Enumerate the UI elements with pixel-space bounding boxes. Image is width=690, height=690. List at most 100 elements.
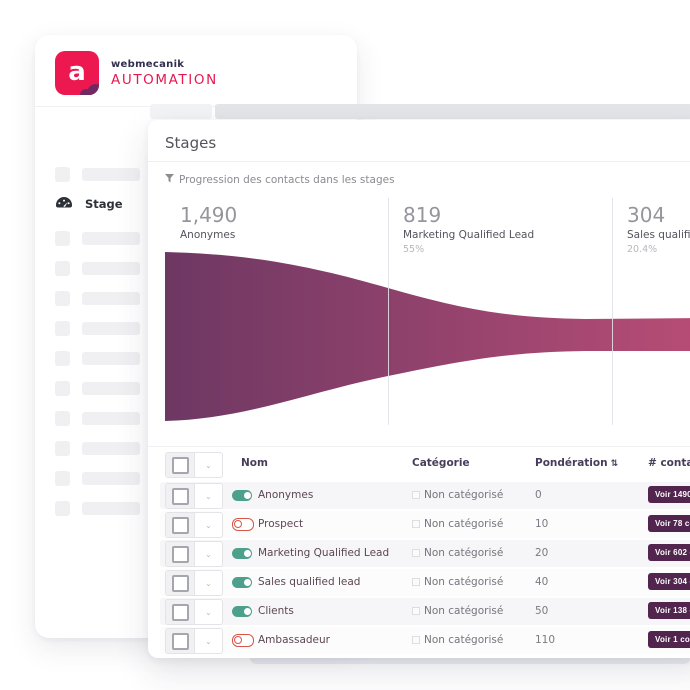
category-cell: Non catégorisé [412, 547, 503, 559]
publish-toggle[interactable] [232, 577, 252, 588]
sidebar-item-label: Stage [85, 197, 123, 211]
chart-section-divider [388, 198, 389, 425]
publish-toggle[interactable] [232, 548, 252, 559]
app-window: a webmecanik AUTOMATION Stage [0, 0, 690, 690]
sidebar-placeholder-item [55, 257, 140, 279]
weight-cell: 20 [535, 547, 548, 559]
sidebar-placeholder-item [55, 227, 140, 249]
funnel-stage-label: 819 Marketing Qualified Lead 55% [403, 204, 534, 255]
row-checkbox[interactable] [172, 633, 189, 650]
funnel-stage-label: 1,490 Anonymes [180, 204, 237, 244]
row-checkbox[interactable] [172, 546, 189, 563]
logo-letter: a [68, 59, 86, 85]
chevron-down-icon[interactable]: ⌄ [195, 629, 222, 653]
view-contacts-button[interactable]: Voir 1490 co [648, 486, 690, 503]
sort-icon[interactable]: ⇅ [611, 459, 619, 469]
view-contacts-button[interactable]: Voir 304 con [648, 573, 690, 590]
column-header-nom[interactable]: Nom [241, 457, 268, 469]
row-control[interactable]: ⌄ [165, 628, 223, 654]
select-all-checkbox-cell[interactable] [166, 453, 195, 477]
view-contacts-button[interactable]: Voir 1 conta [648, 631, 690, 648]
stage-count: 819 [403, 204, 534, 226]
publish-toggle[interactable] [232, 634, 254, 647]
row-control[interactable]: ⌄ [165, 512, 223, 538]
sidebar-placeholder-item [55, 437, 140, 459]
brand-logo-icon: a [55, 51, 99, 95]
stage-name: Anonymes [180, 229, 237, 241]
row-control[interactable]: ⌄ [165, 570, 223, 596]
category-cell: Non catégorisé [412, 576, 503, 588]
view-contacts-button[interactable]: Voir 138 con [648, 602, 690, 619]
brand-product: AUTOMATION [111, 72, 218, 88]
logo-corner-blob-icon [80, 89, 92, 95]
row-checkbox[interactable] [172, 604, 189, 621]
chart-caption: Progression des contacts dans les stages [165, 174, 395, 186]
stage-count: 304 [627, 204, 690, 226]
row-control[interactable]: ⌄ [165, 483, 223, 509]
row-checkbox[interactable] [172, 575, 189, 592]
column-header-categorie[interactable]: Catégorie [412, 457, 470, 469]
chevron-down-icon[interactable]: ⌄ [195, 513, 222, 537]
publish-toggle[interactable] [232, 490, 252, 501]
table-header-row: ⌄ Nom Catégorie Pondération⇅ # contacts [160, 450, 690, 478]
stage-name-link[interactable]: Clients [258, 605, 294, 617]
sidebar-placeholder-item [55, 347, 140, 369]
column-header-ponderation[interactable]: Pondération⇅ [535, 457, 618, 469]
publish-toggle[interactable] [232, 606, 252, 617]
stage-percent: 20.4% [627, 244, 690, 255]
column-header-contacts: # contacts [648, 457, 690, 469]
chevron-down-icon[interactable]: ⌄ [195, 600, 222, 624]
stage-name-link[interactable]: Sales qualified lead [258, 576, 360, 588]
category-cell: Non catégorisé [412, 634, 503, 646]
chevron-down-icon[interactable]: ⌄ [195, 484, 222, 508]
brand-logo[interactable]: a webmecanik AUTOMATION [55, 51, 218, 95]
table-row: ⌄ Clients Non catégorisé 50 Voir 138 con [160, 598, 690, 625]
view-contacts-button[interactable]: Voir 602 con [648, 544, 690, 561]
chart-caption-label: Progression des contacts dans les stages [179, 174, 395, 186]
chevron-down-icon[interactable]: ⌄ [195, 453, 222, 477]
sidebar-placeholder-item [55, 163, 140, 185]
placeholder-icon [55, 167, 70, 182]
brand-name: webmecanik [111, 59, 218, 70]
stage-name-link[interactable]: Ambassadeur [258, 634, 330, 646]
select-all-checkbox[interactable] [172, 457, 189, 474]
sidebar-placeholder-item [55, 317, 140, 339]
stage-name-link[interactable]: Prospect [258, 518, 303, 530]
sidebar-placeholder-item [55, 497, 140, 519]
sidebar-placeholder-item [55, 377, 140, 399]
sidebar-placeholder-item [55, 407, 140, 429]
chevron-down-icon[interactable]: ⌄ [195, 542, 222, 566]
table-row: ⌄ Prospect Non catégorisé 10 Voir 78 con… [160, 511, 690, 538]
funnel-filter-icon [165, 174, 174, 186]
stage-name-link[interactable]: Marketing Qualified Lead [258, 547, 389, 559]
row-checkbox[interactable] [172, 488, 189, 505]
row-checkbox[interactable] [172, 517, 189, 534]
table-row: ⌄ Ambassadeur Non catégorisé 110 Voir 1 … [160, 627, 690, 654]
category-cell: Non catégorisé [412, 489, 503, 501]
stage-name-link[interactable]: Anonymes [258, 489, 313, 501]
category-color-chip [412, 520, 420, 528]
category-color-chip [412, 578, 420, 586]
weight-cell: 110 [535, 634, 555, 646]
weight-cell: 40 [535, 576, 548, 588]
select-all-control[interactable]: ⌄ [165, 452, 223, 478]
panel-header-divider [148, 161, 690, 162]
row-control[interactable]: ⌄ [165, 541, 223, 567]
publish-toggle[interactable] [232, 518, 254, 531]
sidebar-placeholder-item [55, 467, 140, 489]
sidebar-item-stage[interactable]: Stage [55, 193, 123, 215]
chevron-down-icon[interactable]: ⌄ [195, 571, 222, 595]
view-contacts-button[interactable]: Voir 78 cont [648, 515, 690, 532]
weight-cell: 50 [535, 605, 548, 617]
stages-panel: Stages Progression des contacts dans les… [148, 120, 690, 658]
table-top-divider [148, 446, 690, 447]
stage-name: Marketing Qualified Lead [403, 229, 534, 241]
category-color-chip [412, 491, 420, 499]
category-cell: Non catégorisé [412, 605, 503, 617]
page-title: Stages [165, 134, 216, 152]
table-row: ⌄ Sales qualified lead Non catégorisé 40… [160, 569, 690, 596]
row-control[interactable]: ⌄ [165, 599, 223, 625]
chart-section-divider [612, 198, 613, 425]
weight-cell: 10 [535, 518, 548, 530]
table-row: ⌄ Anonymes Non catégorisé 0 Voir 1490 co [160, 482, 690, 509]
